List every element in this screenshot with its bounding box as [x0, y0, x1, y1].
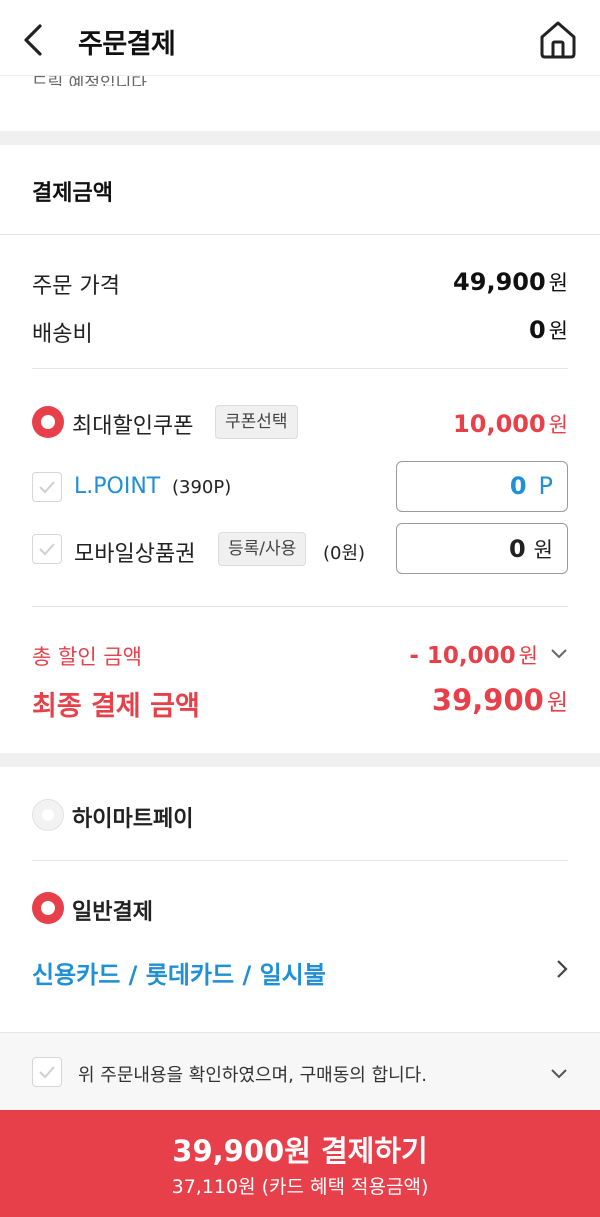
shipping-label: 배송비 — [32, 322, 93, 347]
lpoint-input-value: 0P — [509, 472, 553, 500]
back-arrow-icon[interactable] — [18, 20, 54, 60]
coupon-discount-value: 10,000 원 — [453, 410, 568, 438]
gift-card-input[interactable]: 0원 — [396, 523, 568, 574]
app-header: 주문결제 — [0, 0, 600, 76]
pay-button-label: 39,900원 결제하기 — [172, 1134, 428, 1168]
agreement-checkbox[interactable] — [32, 1057, 62, 1087]
payment-amount-title: 결제금액 — [32, 181, 113, 206]
general-payment-label: 일반결제 — [72, 900, 153, 925]
home-icon[interactable] — [538, 18, 578, 60]
gift-card-input-value: 0원 — [508, 535, 553, 563]
total-discount-value: - 10,000 원 — [409, 643, 538, 669]
total-discount-label: 총 할인 금액 — [32, 645, 142, 669]
chevron-down-icon[interactable] — [548, 1065, 570, 1081]
card-selection-link[interactable]: 신용카드 / 롯데카드 / 일시불 — [32, 955, 326, 990]
pay-button[interactable]: 39,900원 결제하기 37,110원 (카드 혜택 적용금액) — [0, 1110, 600, 1217]
general-payment-radio[interactable] — [32, 892, 64, 924]
chevron-down-icon[interactable] — [548, 645, 570, 661]
lpoint-label: L.POINT — [74, 474, 161, 499]
shipping-value: 0원 — [528, 316, 568, 344]
final-amount-label: 최종 결제 금액 — [32, 691, 200, 722]
divider — [32, 860, 568, 861]
checkmark-icon — [39, 543, 55, 556]
order-price-value: 49,900 원 — [453, 268, 568, 296]
gift-card-checkbox[interactable] — [32, 534, 62, 564]
agreement-bar: 위 주문내용을 확인하였으며, 구매동의 합니다. — [0, 1032, 600, 1110]
chevron-right-icon[interactable] — [554, 957, 570, 981]
section-gap — [0, 131, 600, 145]
agreement-text: 위 주문내용을 확인하였으며, 구매동의 합니다. — [78, 1065, 427, 1086]
pay-button-sublabel: 37,110원 (카드 혜택 적용금액) — [171, 1176, 429, 1198]
lpoint-checkbox[interactable] — [32, 472, 62, 502]
gift-card-register-button[interactable]: 등록/사용 — [218, 532, 307, 566]
order-price-label: 주문 가격 — [32, 274, 120, 299]
checkmark-icon — [39, 1066, 55, 1079]
gift-card-label: 모바일상품권 — [74, 542, 196, 567]
lpoint-balance: (390P) — [172, 477, 232, 498]
himart-pay-label: 하이마트페이 — [72, 807, 194, 832]
coupon-select-button[interactable]: 쿠폰선택 — [215, 405, 298, 439]
section-gap — [0, 753, 600, 767]
coupon-label: 최대할인쿠폰 — [72, 414, 194, 439]
final-amount-value: 39,900 원 — [431, 683, 568, 717]
gift-card-balance: (0원) — [323, 543, 366, 564]
himart-pay-radio[interactable] — [32, 799, 64, 831]
checkmark-icon — [39, 481, 55, 494]
page-title: 주문결제 — [78, 29, 176, 60]
lpoint-input[interactable]: 0P — [396, 461, 568, 512]
divider — [0, 234, 600, 235]
divider — [32, 606, 568, 607]
divider — [32, 368, 568, 369]
coupon-radio[interactable] — [32, 406, 64, 438]
